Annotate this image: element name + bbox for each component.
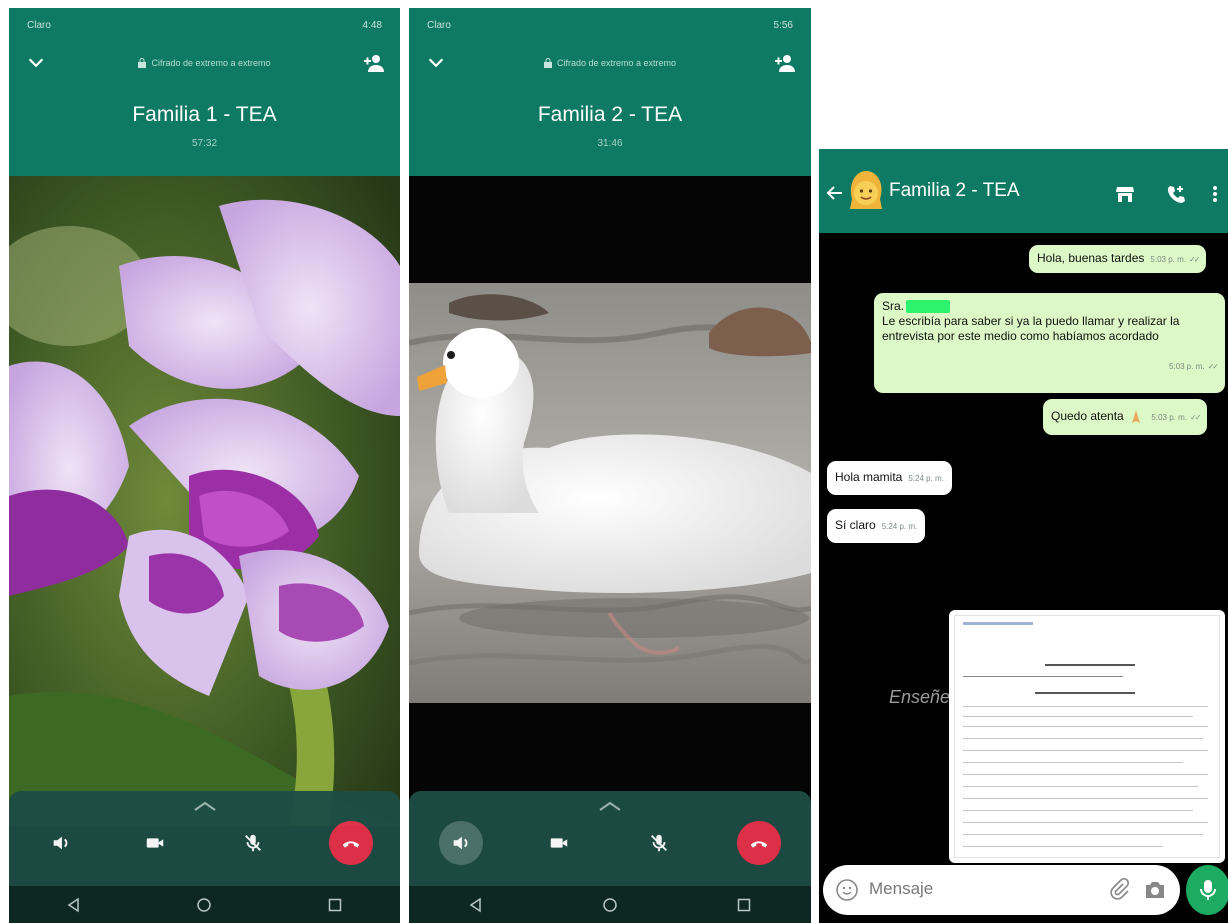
message-time: 5:03 p. m. [1169,362,1205,371]
message-composer[interactable]: Mensaje [823,865,1180,915]
carrier-label: Claro [427,19,451,31]
nav-recents-icon[interactable] [736,897,752,913]
call-timer: 31:46 [597,138,623,149]
encryption-text: Cifrado de extremo a extremo [556,58,677,68]
mute-button[interactable] [637,821,681,865]
message-text: Hola, buenas tardes [1037,251,1145,265]
chevron-down-icon[interactable] [25,52,47,74]
nav-back-icon[interactable] [468,897,484,913]
end-call-icon [750,841,768,848]
read-receipt-icon: ✓✓ [1188,255,1200,264]
add-participant-icon[interactable] [773,52,797,74]
message-bubble[interactable]: Sí claro 5:24 p. m. [827,509,926,543]
clock-label: 4:48 [362,19,382,31]
call-controls [9,791,400,886]
call-header: Cifrado de extremo a extremo Familia 1 -… [9,42,400,176]
system-nav-bar [9,886,400,923]
add-participant-icon[interactable] [362,52,386,74]
nav-back-icon[interactable] [66,897,82,913]
message-text: Sra. [882,299,905,313]
status-bar: Claro 5:56 [409,8,811,42]
call-contact-name: Familia 2 - TEA [537,103,683,126]
speaker-icon [453,836,468,850]
video-toggle-button[interactable] [133,821,177,865]
nav-recents-icon[interactable] [327,897,343,913]
document-message[interactable] [949,610,1225,863]
message-text: Le escribía para saber si ya la puedo ll… [882,314,1180,328]
end-call-button[interactable] [737,821,781,865]
message-text: Sí claro [835,518,876,532]
end-call-icon [342,841,360,848]
voice-message-button[interactable] [1186,865,1228,915]
mute-button[interactable] [231,821,275,865]
duck-photo [409,283,811,703]
call-screen-familia-1: Claro 4:48 Cifrado de extremo a extremo … [9,8,400,923]
lock-icon [543,58,552,68]
speaker-button[interactable] [39,821,83,865]
nav-home-icon[interactable] [602,897,618,913]
call-controls [409,791,811,886]
redaction-mark [906,300,951,314]
emoji-icon[interactable] [835,878,859,902]
mic-off-icon [245,834,261,852]
camera-icon[interactable] [1143,878,1167,902]
orchid-photo [9,176,400,826]
caption-fragment: Enseñel [889,687,955,707]
speaker-icon [53,836,68,850]
message-time: 5:24 p. m. [881,522,918,531]
message-time: 5:03 p. m. [1151,413,1187,423]
chat-header: Familia 2 - TEA [819,149,1228,233]
contact-avatar[interactable] [846,169,886,213]
praying-hands-icon [1132,410,1141,423]
encryption-text: Cifrado de extremo a extremo [151,58,271,68]
shop-icon[interactable] [1114,183,1136,205]
more-options-icon[interactable] [1209,183,1221,205]
encryption-notice: Cifrado de extremo a extremo [543,58,677,68]
nav-home-icon[interactable] [196,897,212,913]
end-call-button[interactable] [329,821,373,865]
back-arrow-icon[interactable] [825,183,845,203]
call-header: Cifrado de extremo a extremo Familia 2 -… [409,42,811,176]
message-text: entrevista por este medio como habíamos … [882,329,1159,343]
video-camera-icon [550,838,568,848]
message-time: 5:24 p. m. [908,474,944,483]
call-timer: 57:32 [191,138,218,149]
message-text: Hola mamita [835,470,903,484]
message-input[interactable]: Mensaje [869,879,933,899]
chat-contact-name[interactable]: Familia 2 - TEA [889,180,1020,202]
message-bubble[interactable]: Sra. Le escribía para saber si ya la pue… [874,293,1225,393]
call-add-icon[interactable] [1165,183,1187,205]
video-camera-icon [146,838,164,848]
message-time: 5:03 p. m. [1150,255,1186,264]
status-bar: Claro 4:48 [9,8,400,42]
call-contact-name: Familia 1 - TEA [132,103,277,126]
chat-screen: Familia 2 - TEA Hola, buenas tardes 5:03 … [819,149,1228,923]
video-toggle-button[interactable] [537,821,581,865]
document-preview [954,615,1220,858]
system-nav-bar [409,886,811,923]
attach-icon[interactable] [1108,878,1130,900]
read-receipt-icon: ✓✓ [1207,362,1219,371]
expand-handle-icon[interactable] [598,801,622,811]
call-screen-familia-2: Claro 5:56 Cifrado de extremo a extremo … [409,8,811,923]
speaker-button[interactable] [439,821,483,865]
chevron-down-icon[interactable] [425,52,447,74]
message-text: Quedo atenta [1051,409,1124,424]
read-receipt-icon: ✓✓ [1190,413,1201,423]
carrier-label: Claro [27,19,51,31]
clock-label: 5:56 [773,19,793,31]
expand-handle-icon[interactable] [193,801,217,811]
encryption-notice: Cifrado de extremo a extremo [138,58,271,68]
message-bubble[interactable]: Quedo atenta 5:03 p. m. ✓✓ [1043,399,1208,436]
message-bubble[interactable]: Hola, buenas tardes 5:03 p. m. ✓✓ [1029,245,1207,273]
mic-icon [1200,880,1216,900]
mic-off-icon [651,834,667,852]
message-bubble[interactable]: Hola mamita 5:24 p. m. [827,461,952,495]
lock-icon [138,58,147,68]
